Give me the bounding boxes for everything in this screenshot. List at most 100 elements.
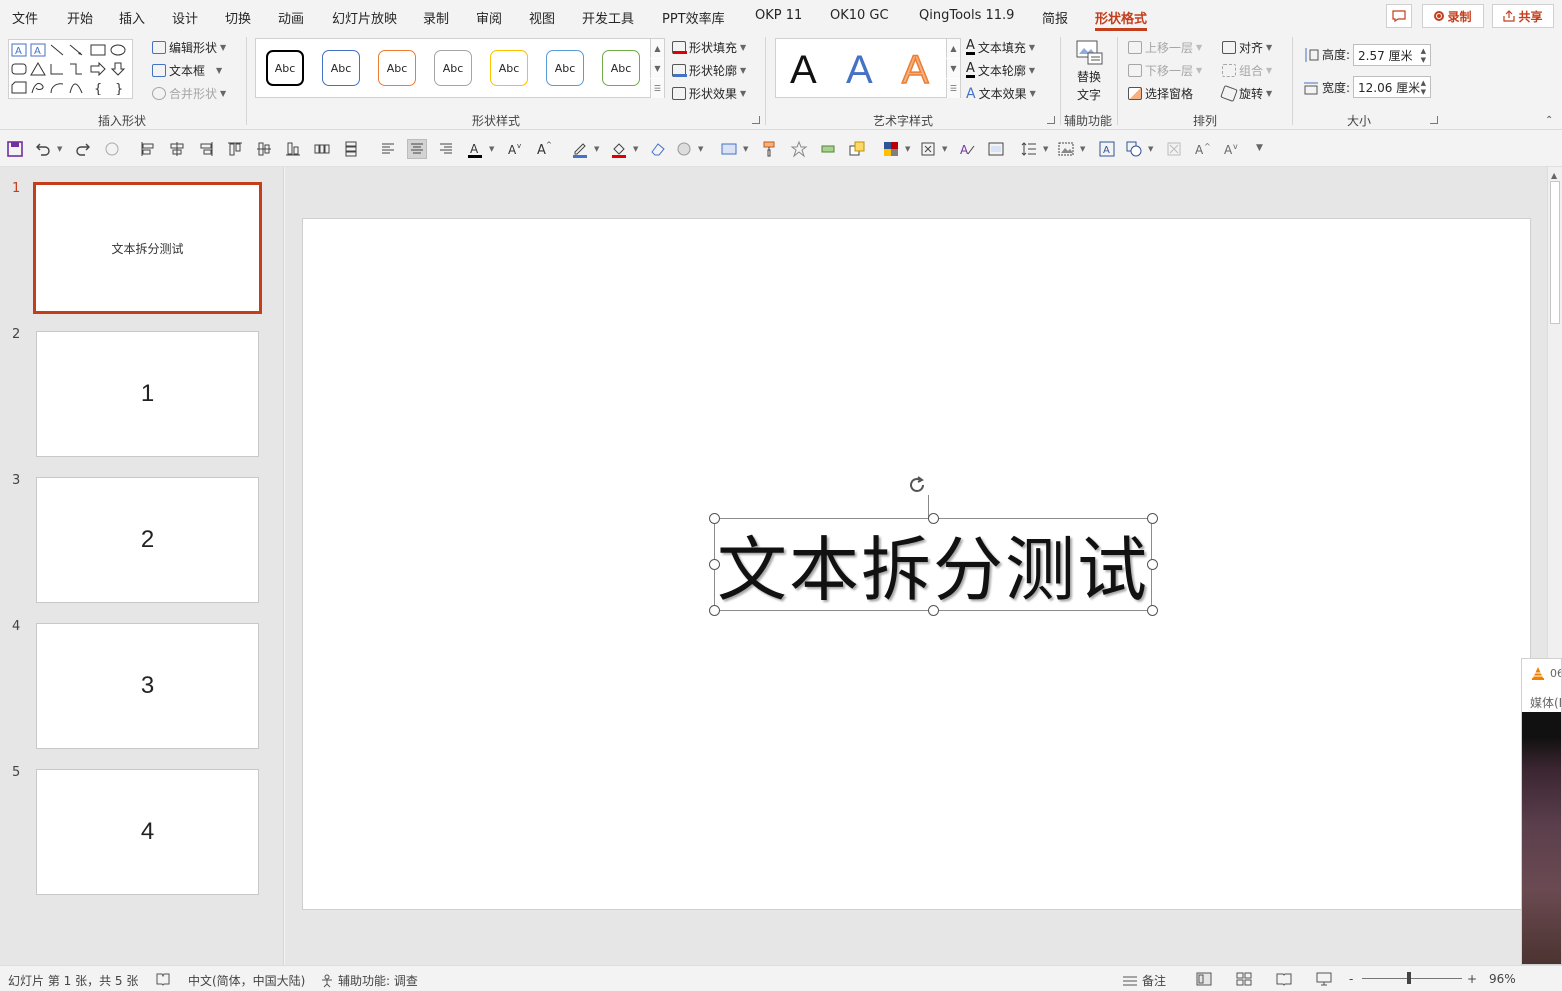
chevron-down-icon[interactable]: ▼ [942, 145, 947, 153]
merge-shapes-button[interactable]: 合并形状 ▼ [152, 85, 226, 102]
tab-developer[interactable]: 开发工具 [582, 8, 634, 27]
slide-title-text[interactable]: 文本拆分测试 [717, 514, 1149, 615]
slide-thumbnail-4[interactable]: 3 [36, 623, 259, 749]
resize-handle-top-right[interactable] [1147, 513, 1158, 524]
resize-handle-right[interactable] [1147, 559, 1158, 570]
align-left-objects-icon[interactable] [138, 139, 158, 159]
text-grow-icon[interactable]: A ^ [1192, 139, 1212, 159]
tab-slideshow[interactable]: 幻灯片放映 [332, 8, 397, 27]
dialog-launcher-icon[interactable] [1047, 116, 1055, 124]
vertical-textbox-shape-icon[interactable]: A [30, 43, 46, 57]
shape-effects-button[interactable]: 形状效果 ▼ [672, 85, 746, 102]
spin-down-icon[interactable]: ▼ [1421, 56, 1426, 64]
chevron-down-icon[interactable]: ▼ [1080, 145, 1085, 153]
gallery-scroll-down[interactable]: ▼ [650, 59, 664, 78]
right-arrow-shape-icon[interactable] [90, 62, 106, 76]
shape-style-swatch-3[interactable]: Abc [378, 50, 416, 86]
media-menu-label[interactable]: 媒体(M [1530, 694, 1561, 711]
resize-handle-top-left[interactable] [709, 513, 720, 524]
media-player-window[interactable]: 06 媒体(M [1521, 658, 1562, 965]
gallery-more-button[interactable]: ☰ [650, 79, 664, 98]
selected-text-box[interactable]: 文本拆分测试 [709, 513, 1158, 616]
decrease-font-size-icon[interactable]: Av [504, 139, 524, 159]
align-button[interactable]: 对齐 ▼ [1222, 39, 1272, 56]
resize-handle-bottom[interactable] [928, 605, 939, 616]
text-frame-icon[interactable] [986, 139, 1006, 159]
line-spacing-icon[interactable] [1019, 139, 1039, 159]
notes-button[interactable]: 备注 [1122, 972, 1166, 989]
zoom-slider[interactable] [1362, 978, 1462, 979]
triangle-shape-icon[interactable] [30, 62, 46, 76]
distribute-horizontal-icon[interactable] [312, 139, 332, 159]
shape-fill-bucket-icon[interactable] [609, 139, 629, 159]
text-shrink-icon[interactable]: Av [1221, 139, 1241, 159]
slide-canvas[interactable]: 文本拆分测试 [302, 218, 1531, 910]
tab-view[interactable]: 视图 [529, 8, 555, 27]
gallery-scroll-up[interactable]: ▲ [650, 39, 664, 58]
slideshow-view-icon[interactable] [1316, 972, 1332, 986]
normal-view-icon[interactable] [1196, 972, 1212, 986]
text-style-icon[interactable]: A [957, 139, 977, 159]
spell-check-icon[interactable] [155, 972, 171, 986]
eraser-icon[interactable] [648, 139, 668, 159]
slide-thumbnail-5[interactable]: 4 [36, 769, 259, 895]
curve-shape-icon[interactable] [68, 81, 84, 95]
arc-shape-icon[interactable] [49, 81, 65, 95]
shape-outline-pen-icon[interactable] [570, 139, 590, 159]
text-box-button[interactable]: 文本框 ▼ [152, 62, 222, 79]
line-shape-icon[interactable] [49, 43, 65, 57]
text-effects-button[interactable]: A 文本效果 ▼ [966, 85, 1036, 102]
tab-file[interactable]: 文件 [12, 8, 38, 27]
zoom-slider-thumb[interactable] [1407, 972, 1411, 984]
selection-pane-button[interactable]: 选择窗格 [1128, 85, 1193, 102]
align-middle-objects-icon[interactable] [254, 139, 274, 159]
format-painter-disabled-icon[interactable] [102, 139, 122, 159]
oval-shape-icon[interactable] [110, 43, 126, 57]
alt-text-button[interactable]: 替换 文字 [1068, 39, 1110, 103]
send-backward-button[interactable]: 下移一层 ▼ [1128, 62, 1202, 79]
tab-ppt-efficiency[interactable]: PPT效率库 [662, 8, 725, 27]
shape-outline-button[interactable]: 形状轮廓 ▼ [672, 62, 746, 79]
star-icon[interactable] [789, 139, 809, 159]
right-brace-shape-icon[interactable]: } [110, 81, 126, 95]
textbox-insert-icon[interactable]: A [1097, 139, 1117, 159]
dialog-launcher-icon[interactable] [1430, 116, 1438, 124]
spin-up-icon[interactable]: ▲ [1421, 47, 1426, 55]
resize-handle-bottom-left[interactable] [709, 605, 720, 616]
rounded-rectangle-shape-icon[interactable] [11, 62, 27, 76]
tab-insert[interactable]: 插入 [119, 8, 145, 27]
chevron-down-icon[interactable]: ▼ [698, 145, 703, 153]
collapse-ribbon-icon[interactable]: ⌃ [1545, 115, 1553, 126]
slide-sorter-view-icon[interactable] [1236, 972, 1252, 986]
font-color-icon[interactable]: A [465, 139, 485, 159]
resize-handle-bottom-right[interactable] [1147, 605, 1158, 616]
snip-rectangle-shape-icon[interactable] [11, 81, 27, 95]
format-painter-icon[interactable] [760, 139, 780, 159]
picture-icon[interactable] [1056, 139, 1076, 159]
textbox-shape-icon[interactable]: A [11, 43, 27, 57]
shape-effects-gray-icon[interactable] [674, 139, 694, 159]
gallery-scroll-down[interactable]: ▼ [946, 59, 960, 78]
crop-icon[interactable] [918, 139, 938, 159]
resize-handle-top[interactable] [928, 513, 939, 524]
shape-style-swatch-2[interactable]: Abc [322, 50, 360, 86]
tab-ok10-gc[interactable]: OK10 GC [830, 8, 889, 23]
shape-fill-button[interactable]: 形状填充 ▼ [672, 39, 746, 56]
chevron-down-icon[interactable]: ▼ [905, 145, 910, 153]
bring-to-front-icon[interactable] [847, 139, 867, 159]
resize-handle-left[interactable] [709, 559, 720, 570]
shape-style-swatch-6[interactable]: Abc [546, 50, 584, 86]
slide-thumbnail-2[interactable]: 1 [36, 331, 259, 457]
record-button[interactable]: 录制 [1422, 4, 1484, 28]
shape-style-swatch-4[interactable]: Abc [434, 50, 472, 86]
bring-forward-button[interactable]: 上移一层 ▼ [1128, 39, 1202, 56]
accessibility-status[interactable]: 辅助功能: 调查 [320, 972, 418, 989]
gallery-more-button[interactable]: ☰ [946, 79, 960, 98]
shape-style-swatch-7[interactable]: Abc [602, 50, 640, 86]
wordart-style-gallery[interactable]: A A A ▲ ▼ ☰ [775, 38, 961, 98]
align-bottom-objects-icon[interactable] [283, 139, 303, 159]
distribute-vertical-icon[interactable] [341, 139, 361, 159]
slide-layout-icon[interactable] [719, 139, 739, 159]
wordart-sample-orange[interactable]: A [901, 47, 929, 93]
shape-style-swatch-5[interactable]: Abc [490, 50, 528, 86]
